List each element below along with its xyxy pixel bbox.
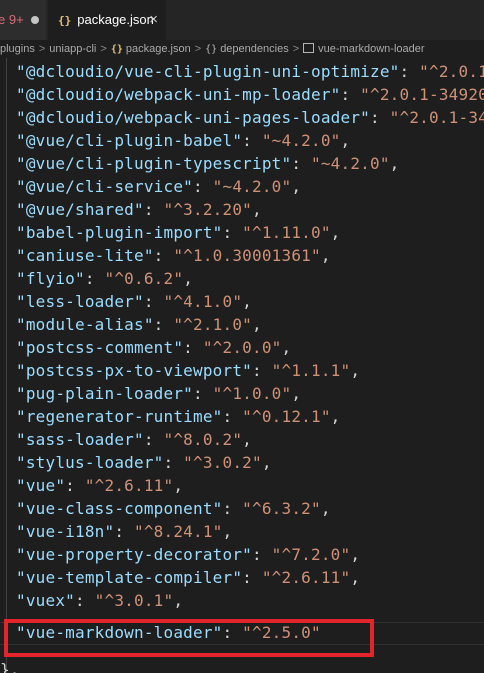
breadcrumb-separator: > xyxy=(292,43,300,55)
json-key: "stylus-loader" xyxy=(16,453,164,472)
json-key: "@dcloudio/webpack-uni-pages-loader" xyxy=(16,108,370,127)
code-line[interactable]: "postcss-comment": "^2.0.0", xyxy=(16,336,291,359)
json-key: "babel-plugin-import" xyxy=(16,223,223,242)
json-key: "@vue/cli-plugin-babel" xyxy=(16,131,243,150)
json-key: "vue" xyxy=(16,476,66,495)
tab-bar-empty xyxy=(166,0,484,40)
code-line[interactable]: "module-alias": "^2.1.0", xyxy=(16,313,262,336)
json-key: "flyio" xyxy=(16,269,85,288)
json-key: "regenerator-runtime" xyxy=(16,407,223,426)
object-braces-icon: {} xyxy=(205,44,218,55)
json-value: "^3.0.2" xyxy=(183,453,262,472)
json-key: "vue-template-compiler" xyxy=(16,568,243,587)
json-value: "~4.2.0" xyxy=(311,154,390,173)
json-value: "^0.6.2" xyxy=(104,269,184,288)
json-key: "@dcloudio/webpack-uni-mp-loader" xyxy=(16,85,341,104)
json-value: "^8.0.2" xyxy=(163,430,243,449)
code-line-partial: }, xyxy=(0,660,20,673)
breadcrumb-item-dependencies[interactable]: dependencies xyxy=(220,40,289,58)
json-value: "~4.2.0" xyxy=(212,177,292,196)
json-key: "less-loader" xyxy=(16,292,144,311)
code-line[interactable]: "@vue/cli-plugin-typescript": "~4.2.0", xyxy=(16,152,400,175)
code-line[interactable]: "postcss-px-to-viewport": "^1.1.1", xyxy=(16,359,360,382)
code-line[interactable]: "vue-class-component": "^6.3.2", xyxy=(16,497,331,520)
code-line[interactable]: "@vue/cli-plugin-babel": "~4.2.0", xyxy=(16,129,350,152)
breadcrumb-separator: > xyxy=(100,43,107,55)
json-key: "postcss-comment" xyxy=(16,338,184,357)
json-key: "vue-i18n" xyxy=(16,522,115,541)
tab-previous[interactable]: e 9+ xyxy=(0,0,47,40)
breadcrumb: plugins > uniapp-cli >{} package.json >{} depe… xyxy=(0,40,484,58)
code-line[interactable]: "stylus-loader": "^3.0.2", xyxy=(16,451,272,474)
json-key: "pug-plain-loader" xyxy=(16,384,193,403)
string-field-icon xyxy=(303,43,315,54)
json-key: "caniuse-lite" xyxy=(16,246,154,265)
json-value: "^1.0.30001361" xyxy=(173,246,321,265)
json-value: "^2.0.0" xyxy=(202,338,282,357)
json-value: "^2.0.1-349 xyxy=(389,108,484,127)
json-value: "^3.2.20" xyxy=(163,200,252,219)
json-value: "^1.1.1" xyxy=(271,361,351,380)
code-line[interactable]: "@dcloudio/vue-cli-plugin-uni-optimize":… xyxy=(16,60,484,83)
close-icon[interactable]: × xyxy=(149,0,158,40)
json-key: "vue-property-decorator" xyxy=(16,545,252,564)
code-line[interactable]: "@vue/shared": "^3.2.20", xyxy=(16,198,262,221)
tab-package-json[interactable]: {} package.json × xyxy=(48,0,166,40)
code-line[interactable]: "less-loader": "^4.1.0", xyxy=(16,290,252,313)
json-value: "^2.6.11" xyxy=(261,568,351,587)
code-editor[interactable]: "@dcloudio/vue-cli-plugin-uni-optimize":… xyxy=(0,58,484,673)
breadcrumb-item-uniapp-cli[interactable]: uniapp-cli xyxy=(49,40,96,58)
json-value: "^1.11.0" xyxy=(242,223,331,242)
json-value: "^6.3.2" xyxy=(242,499,321,518)
breadcrumb-separator: > xyxy=(38,43,46,55)
json-value: "^2.1.0" xyxy=(173,315,253,334)
json-value: "~4.2.0" xyxy=(261,131,341,150)
json-value: "^2.6.11" xyxy=(84,476,174,495)
code-line[interactable]: "sass-loader": "^8.0.2", xyxy=(16,428,252,451)
tab-bar: e 9+ {} package.json × xyxy=(0,0,484,41)
json-key: "vue-class-component" xyxy=(16,499,223,518)
json-key: "vuex" xyxy=(16,591,75,610)
json-key: "@dcloudio/vue-cli-plugin-uni-optimize" xyxy=(16,62,400,81)
json-braces-icon: {} xyxy=(110,44,123,55)
json-key: "postcss-px-to-viewport" xyxy=(16,361,252,380)
breadcrumb-item-vue-markdown-loader[interactable]: vue-markdown-loader xyxy=(318,40,424,58)
json-braces-icon: {} xyxy=(58,14,72,27)
breadcrumb-item-plugins[interactable]: plugins xyxy=(0,40,35,58)
json-value: "^7.2.0" xyxy=(271,545,351,564)
code-line[interactable]: "@dcloudio/webpack-uni-pages-loader": "^… xyxy=(16,106,484,129)
code-line[interactable]: "vue-i18n": "^8.24.1", xyxy=(16,520,232,543)
code-line[interactable]: "vuex": "^3.0.1", xyxy=(16,589,183,612)
json-key: "@vue/cli-plugin-typescript" xyxy=(16,154,292,173)
json-key: "@vue/shared" xyxy=(16,200,144,219)
tab-active-label: package.json xyxy=(77,12,154,27)
code-line[interactable]: "pug-plain-loader": "^1.0.0", xyxy=(16,382,301,405)
code-line[interactable]: "@dcloudio/webpack-uni-mp-loader": "^2.0… xyxy=(16,83,484,106)
json-key: "sass-loader" xyxy=(16,430,144,449)
json-key: "@vue/cli-service" xyxy=(16,177,193,196)
vscode-window: e 9+ {} package.json × plugins > uniapp-cli… xyxy=(0,0,484,673)
code-line[interactable]: "vue": "^2.6.11", xyxy=(16,474,183,497)
modified-dot-icon xyxy=(30,15,39,24)
code-line[interactable]: "vue-property-decorator": "^7.2.0", xyxy=(16,543,360,566)
json-value: "^0.12.1" xyxy=(242,407,331,426)
annotation-highlight-box xyxy=(4,619,374,657)
code-line[interactable]: "babel-plugin-import": "^1.11.0", xyxy=(16,221,341,244)
breadcrumb-separator: > xyxy=(194,43,202,55)
code-line[interactable]: "vue-template-compiler": "^2.6.11", xyxy=(16,566,360,589)
code-line[interactable]: "flyio": "^0.6.2", xyxy=(16,267,193,290)
json-value: "^4.1.0" xyxy=(163,292,243,311)
breadcrumb-item-package-json[interactable]: package.json xyxy=(126,40,191,58)
tab-previous-label: e 9+ xyxy=(0,12,24,27)
json-value: "^8.24.1" xyxy=(134,522,223,541)
code-line[interactable]: "caniuse-lite": "^1.0.30001361", xyxy=(16,244,331,267)
json-key: "module-alias" xyxy=(16,315,154,334)
json-value: "^1.0.0" xyxy=(212,384,292,403)
json-value: "^3.0.1" xyxy=(94,591,174,610)
code-line[interactable]: "regenerator-runtime": "^0.12.1", xyxy=(16,405,341,428)
indent-guide xyxy=(6,58,7,673)
json-value: "^2.0.1- xyxy=(419,62,484,81)
json-value: "^2.0.1-349202 xyxy=(360,85,484,104)
code-line[interactable]: "@vue/cli-service": "~4.2.0", xyxy=(16,175,301,198)
